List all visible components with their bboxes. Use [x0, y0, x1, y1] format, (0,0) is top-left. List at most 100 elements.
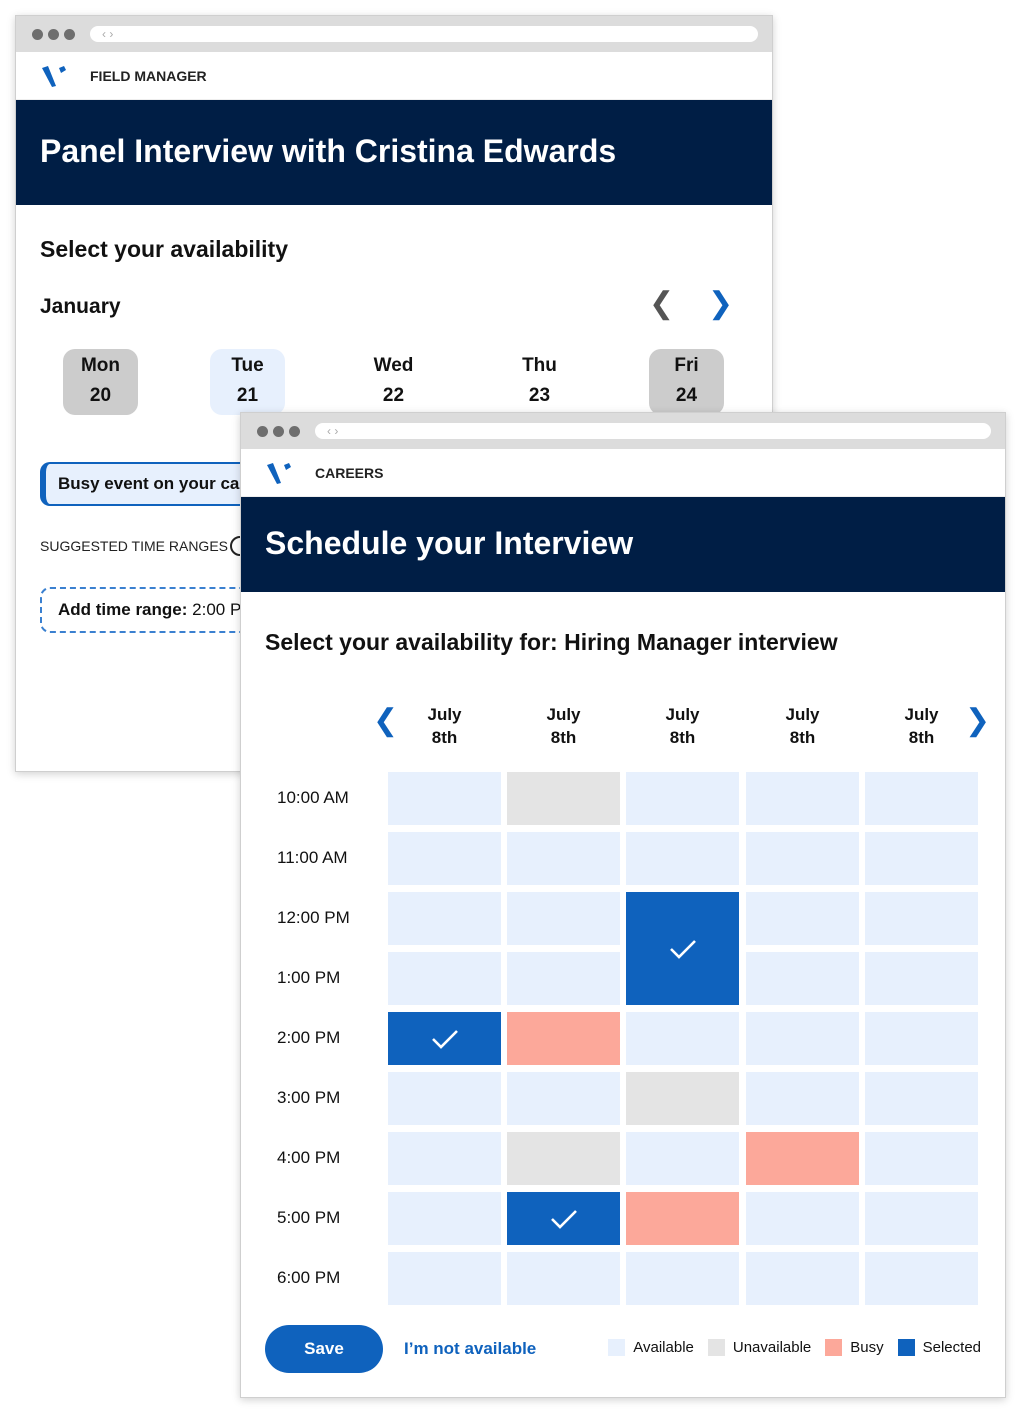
column-header: July 8th — [865, 703, 978, 749]
window-controls — [257, 426, 300, 437]
slot-available[interactable] — [746, 832, 859, 885]
address-bar[interactable]: ‹ › — [315, 423, 991, 439]
suggested-label: SUGGESTED TIME RANGES — [40, 538, 228, 554]
chevron-right-icon[interactable]: ❯ — [708, 286, 733, 321]
section-heading: Select your availability for: Hiring Man… — [265, 629, 838, 655]
slot-available[interactable] — [388, 1252, 501, 1305]
slot-busy — [626, 1192, 739, 1245]
column-header: July 8th — [388, 703, 501, 749]
column-month: July — [904, 705, 939, 724]
day-tue[interactable]: Tue 21 — [210, 349, 285, 415]
time-label: 4:00 PM — [277, 1148, 341, 1167]
day-of-week: Wed — [373, 355, 414, 376]
slot-available[interactable] — [626, 1132, 739, 1185]
slot-available[interactable] — [388, 772, 501, 825]
address-bar[interactable]: ‹ › — [90, 26, 758, 42]
v-logo-icon — [267, 463, 291, 484]
slot-selected[interactable] — [507, 1192, 620, 1245]
slot-available[interactable] — [507, 1252, 620, 1305]
save-button[interactable]: Save — [265, 1325, 383, 1373]
time-label: 12:00 PM — [277, 908, 350, 927]
time-label: 5:00 PM — [277, 1208, 341, 1227]
slot-available[interactable] — [865, 832, 978, 885]
slot-available[interactable] — [626, 1012, 739, 1065]
slot-available[interactable] — [626, 1252, 739, 1305]
slot-available[interactable] — [746, 952, 859, 1005]
app-name: FIELD MANAGER — [90, 68, 207, 84]
window-controls — [32, 29, 75, 40]
slot-available[interactable] — [746, 1012, 859, 1065]
slot-selected[interactable] — [626, 892, 739, 1005]
column-month: July — [665, 705, 700, 724]
day-of-week: Thu — [522, 355, 557, 376]
slot-available[interactable] — [388, 1192, 501, 1245]
time-label: 11:00 AM — [277, 848, 348, 867]
column-day: 8th — [669, 728, 696, 747]
slot-available[interactable] — [507, 952, 620, 1005]
slot-available[interactable] — [626, 832, 739, 885]
slot-available[interactable] — [865, 1012, 978, 1065]
day-of-week: Tue — [231, 355, 264, 376]
day-mon[interactable]: Mon 20 — [63, 349, 138, 415]
slot-available[interactable] — [626, 772, 739, 825]
day-wed[interactable]: Wed 22 — [356, 349, 431, 415]
day-date: 21 — [236, 385, 259, 406]
slot-available[interactable] — [865, 1252, 978, 1305]
slot-available[interactable] — [507, 892, 620, 945]
column-header: July 8th — [746, 703, 859, 749]
column-day: 8th — [908, 728, 935, 747]
slot-available[interactable] — [865, 1072, 978, 1125]
v-logo-icon — [42, 66, 66, 87]
not-available-link[interactable]: I’m not available — [404, 1339, 536, 1359]
check-icon — [431, 1029, 458, 1049]
page-title: Panel Interview with Cristina Edwards — [16, 100, 772, 205]
time-label: 2:00 PM — [277, 1028, 341, 1047]
slot-available[interactable] — [746, 1192, 859, 1245]
slot-available[interactable] — [507, 832, 620, 885]
slot-available[interactable] — [388, 892, 501, 945]
column-month: July — [546, 705, 581, 724]
time-label: 1:00 PM — [277, 968, 341, 987]
slot-available[interactable] — [865, 1132, 978, 1185]
slot-available[interactable] — [865, 892, 978, 945]
legend-swatch-selected — [897, 1339, 915, 1356]
day-date: 23 — [528, 385, 551, 406]
legend-swatch-busy — [825, 1339, 843, 1356]
slot-available[interactable] — [388, 952, 501, 1005]
careers-window: ‹ › CAREERS Schedule your Interview Sele… — [240, 412, 1006, 1398]
day-fri[interactable]: Fri 24 — [649, 349, 724, 415]
slot-available[interactable] — [507, 1072, 620, 1125]
column-header: July 8th — [626, 703, 739, 749]
slot-available[interactable] — [865, 772, 978, 825]
chevron-left-icon[interactable]: ❮ — [649, 286, 674, 321]
legend-label: Unavailable — [732, 1339, 812, 1356]
month-label: January — [40, 295, 121, 318]
add-range-label: Add time range: — [58, 600, 188, 619]
slot-available[interactable] — [865, 952, 978, 1005]
column-day: 8th — [550, 728, 577, 747]
slot-available[interactable] — [388, 1132, 501, 1185]
slot-busy — [746, 1132, 859, 1185]
legend-label: Available — [633, 1339, 694, 1356]
check-icon — [550, 1209, 577, 1229]
slot-unavailable — [626, 1072, 739, 1125]
day-of-week: Fri — [674, 355, 699, 376]
slot-available[interactable] — [746, 892, 859, 945]
day-date: 24 — [675, 385, 698, 406]
column-day: 8th — [431, 728, 458, 747]
app-header: FIELD MANAGER — [16, 52, 772, 100]
slot-unavailable — [507, 772, 620, 825]
slot-available[interactable] — [388, 832, 501, 885]
slot-selected[interactable] — [388, 1012, 501, 1065]
slot-available[interactable] — [746, 1252, 859, 1305]
column-header: July 8th — [507, 703, 620, 749]
slot-available[interactable] — [388, 1072, 501, 1125]
time-label: 6:00 PM — [277, 1268, 341, 1287]
day-date: 20 — [89, 385, 112, 406]
slot-available[interactable] — [746, 772, 859, 825]
column-month: July — [785, 705, 820, 724]
day-thu[interactable]: Thu 23 — [502, 349, 577, 415]
slot-available[interactable] — [746, 1072, 859, 1125]
legend-swatch-unavailable — [707, 1339, 725, 1356]
slot-available[interactable] — [865, 1192, 978, 1245]
